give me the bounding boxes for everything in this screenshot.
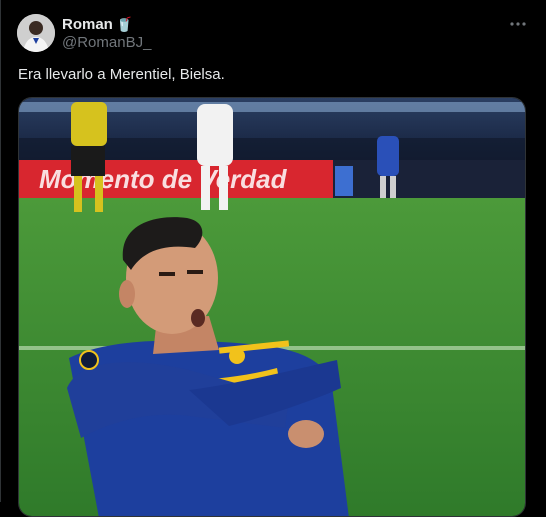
author-display-name[interactable]: Roman — [62, 16, 113, 33]
more-horizontal-icon[interactable] — [508, 14, 528, 34]
tweet: Roman 🥤 @RomanBJ_ Era llevarlo a Merentie… — [0, 0, 546, 517]
author-info: Roman 🥤 @RomanBJ_ — [62, 15, 151, 52]
tweet-media-photo[interactable]: Momento de Verdad — [18, 97, 526, 517]
tweet-text: Era llevarlo a Merentiel, Bielsa. — [18, 66, 225, 83]
cup-emoji-icon: 🥤 — [115, 16, 134, 32]
photo-scene: Momento de Verdad — [19, 98, 525, 516]
author-avatar[interactable] — [17, 14, 55, 52]
avatar-image — [17, 14, 55, 52]
author-handle[interactable]: @RomanBJ_ — [62, 34, 151, 52]
